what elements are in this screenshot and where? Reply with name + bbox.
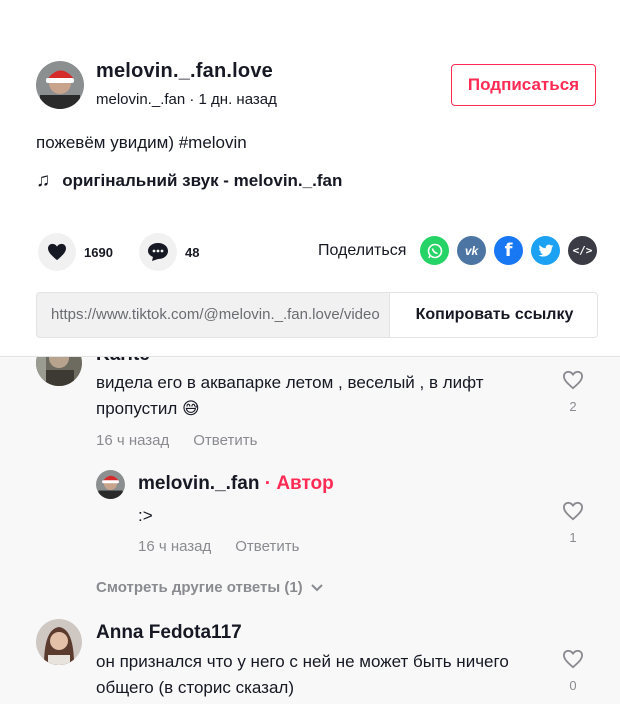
comment-time: 16 ч назад: [96, 432, 170, 449]
author-subtitle: melovin._.fan · 1 дн. назад: [96, 91, 277, 108]
comment-count: 48: [185, 244, 200, 260]
follow-button[interactable]: Подписаться: [451, 64, 596, 106]
twitter-icon[interactable]: [531, 236, 560, 265]
view-more-replies[interactable]: Смотреть другие ответы (1): [96, 579, 323, 596]
reply-author-name-text: melovin._.fan: [138, 473, 260, 494]
share-link-field[interactable]: https://www.tiktok.com/@melovin._.fan.lo…: [51, 306, 391, 323]
view-more-replies-label: Смотреть другие ответы (1): [96, 579, 303, 596]
heart-outline-icon[interactable]: [562, 501, 584, 521]
comment-text: видела его в аквапарке летом , веселый ,…: [96, 373, 484, 418]
music-link[interactable]: ♫ оригінальний звук - melovin._.fan: [36, 170, 342, 192]
like-action[interactable]: 1690: [38, 233, 113, 271]
share-link-box: https://www.tiktok.com/@melovin._.fan.lo…: [36, 292, 598, 338]
facebook-icon[interactable]: f: [494, 236, 523, 265]
commenter-avatar[interactable]: [36, 357, 82, 386]
commenter-name[interactable]: Anna Fedota117: [96, 622, 242, 644]
reply-time: 16 ч назад: [138, 538, 212, 555]
comment-action[interactable]: 48: [139, 233, 199, 271]
heart-outline-icon[interactable]: [562, 370, 584, 390]
comment-text: он признался что у него с ней не может б…: [96, 652, 509, 697]
music-note-icon: ♫: [36, 170, 51, 191]
comment-list: Karitе видела его в аквапарке летом , ве…: [0, 356, 620, 704]
comment-meta: 16 ч назад Ответить: [96, 432, 257, 449]
reply-author-avatar[interactable]: [96, 470, 125, 499]
author-name[interactable]: melovin._.fan.love: [96, 60, 273, 83]
comment-like-count: 2: [569, 399, 577, 414]
author-badge-text: Автор: [276, 473, 334, 494]
reply-like-count: 1: [569, 530, 577, 545]
reply-meta: 16 ч назад Ответить: [138, 538, 299, 555]
reply-text: :>: [138, 506, 153, 525]
author-badge: · Автор: [264, 473, 334, 494]
comment-like-count: 0: [569, 678, 577, 693]
music-title: оригінальний звук - melovin._.fan: [62, 171, 343, 190]
post-description: пожевём увидим) #melovin: [36, 133, 247, 152]
heart-icon[interactable]: [38, 233, 76, 271]
embed-icon[interactable]: </>: [568, 236, 597, 265]
like-count: 1690: [84, 244, 113, 260]
whatsapp-icon[interactable]: [420, 236, 449, 265]
commenter-avatar[interactable]: [36, 619, 82, 665]
share-label: Поделиться: [318, 242, 407, 259]
chevron-down-icon: [310, 583, 323, 591]
heart-outline-icon[interactable]: [562, 649, 584, 669]
author-avatar[interactable]: [36, 61, 84, 109]
comment-like[interactable]: 2: [558, 370, 588, 414]
reply-button[interactable]: Ответить: [235, 538, 299, 555]
commenter-name[interactable]: Karitе: [96, 357, 150, 366]
copy-link-button[interactable]: Копировать ссылку: [389, 293, 597, 337]
comment-like[interactable]: 0: [558, 649, 588, 693]
comment-icon[interactable]: [139, 233, 177, 271]
reply-button[interactable]: Ответить: [193, 432, 257, 449]
reply-like[interactable]: 1: [558, 501, 588, 545]
reply-author-name[interactable]: melovin._.fan · Автор: [138, 473, 334, 495]
post-header: melovin._.fan.love melovin._.fan · 1 дн.…: [0, 0, 620, 356]
vk-icon[interactable]: vk: [457, 236, 486, 265]
